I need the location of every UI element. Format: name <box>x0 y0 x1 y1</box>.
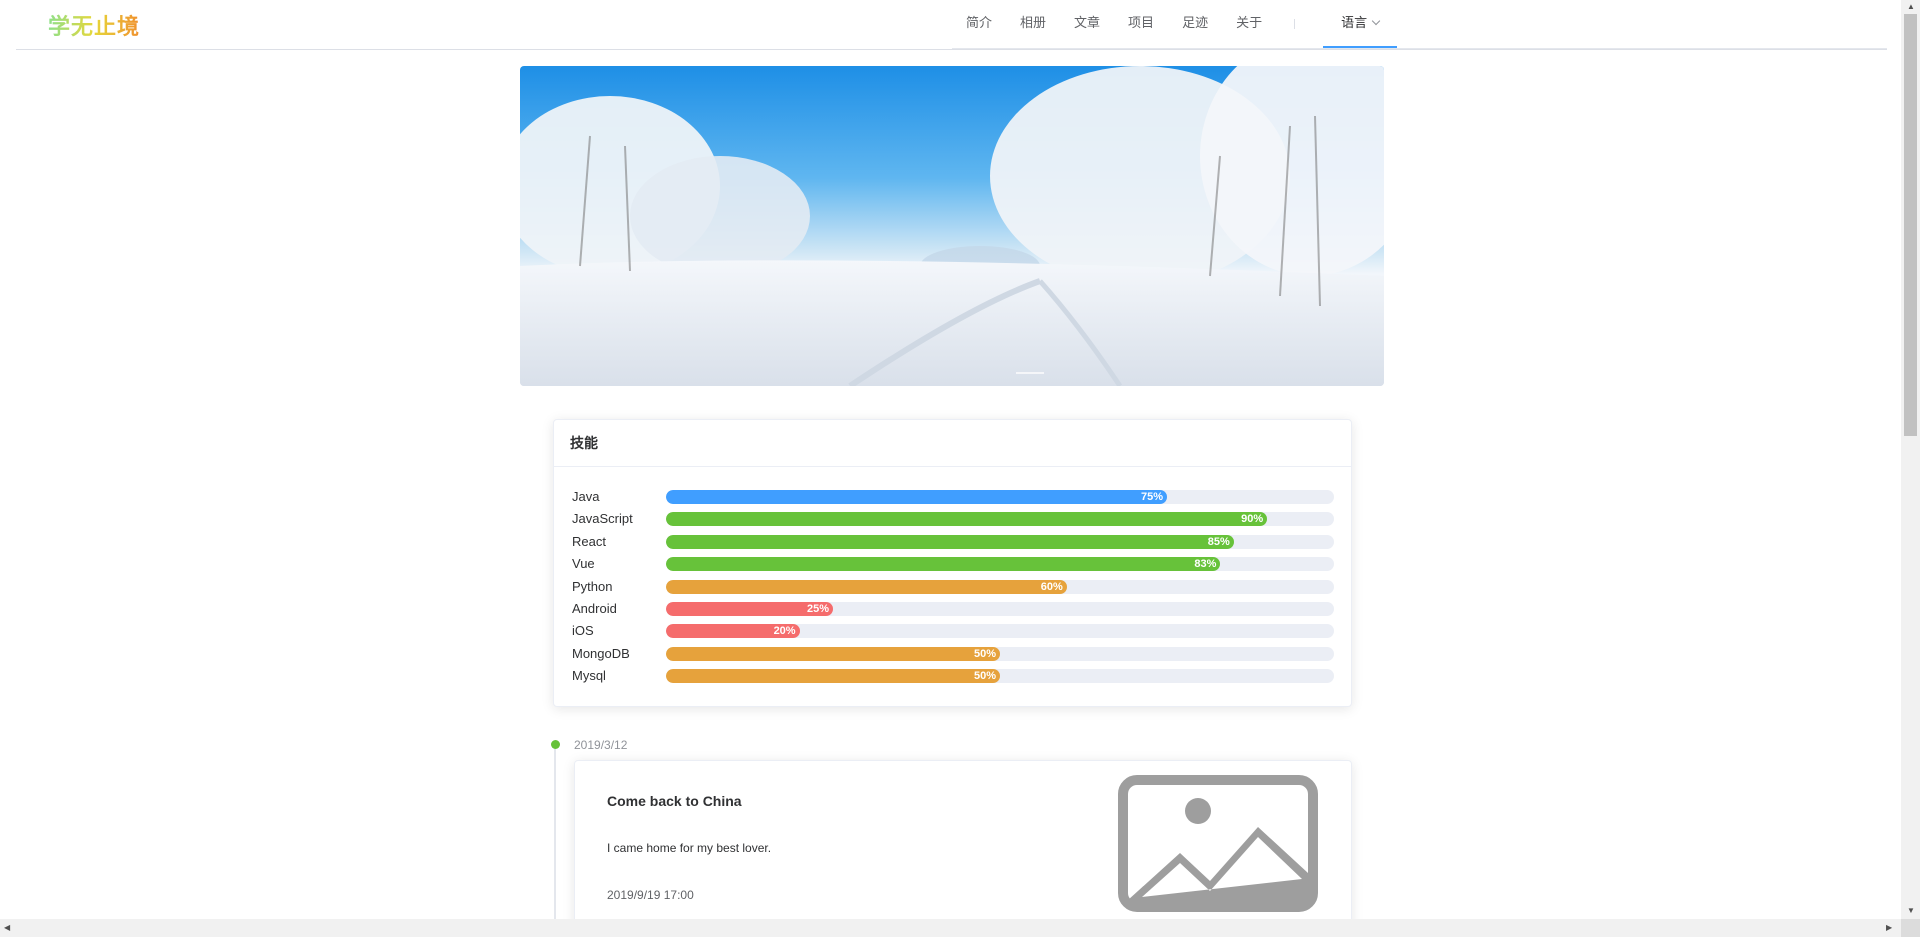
skill-row: MongoDB 50% <box>572 645 1334 663</box>
nav-item-footprints[interactable]: 足迹 <box>1168 0 1222 48</box>
skill-progress-fill: 25% <box>666 602 833 616</box>
skill-progress-fill: 83% <box>666 557 1221 572</box>
skill-name: Mysql <box>572 668 606 684</box>
skill-row: Java 75% <box>572 488 1334 506</box>
skill-progress-fill: 50% <box>666 669 1000 684</box>
skill-progress-track: 83% <box>666 557 1334 572</box>
nav-item-projects[interactable]: 项目 <box>1114 0 1168 48</box>
scroll-right-arrow-icon[interactable]: ▶ <box>1886 924 1892 932</box>
skill-name: Android <box>572 601 617 616</box>
snow-landscape-image <box>520 66 1384 386</box>
skills-title: 技能 <box>554 420 1351 467</box>
skill-progress-fill: 75% <box>666 490 1167 504</box>
nav-item-articles[interactable]: 文章 <box>1060 0 1114 48</box>
skill-progress-fill: 85% <box>666 534 1234 549</box>
skill-progress-fill: 60% <box>666 579 1067 594</box>
timeline-line <box>554 745 556 919</box>
nav-item-about[interactable]: 关于 <box>1222 0 1276 48</box>
image-placeholder-icon <box>1118 775 1318 912</box>
skill-progress-track: 25% <box>666 602 1334 616</box>
carousel-indicator[interactable] <box>1016 372 1044 374</box>
scrollbar-corner <box>1901 919 1920 937</box>
scroll-left-arrow-icon[interactable]: ◀ <box>4 924 10 932</box>
horizontal-scrollbar[interactable]: ◀ ▶ <box>0 919 1901 937</box>
skill-progress-track: 75% <box>666 490 1334 504</box>
nav-divider <box>1294 19 1296 29</box>
skill-row: Vue 83% <box>572 555 1334 573</box>
nav-item-intro[interactable]: 简介 <box>952 0 1006 48</box>
skill-row: iOS 20% <box>572 622 1334 640</box>
skill-name: JavaScript <box>572 511 633 527</box>
language-label: 语言 <box>1341 15 1368 30</box>
skill-progress-track: 90% <box>666 512 1334 527</box>
skill-progress-track: 50% <box>666 669 1334 684</box>
post-time: 2019/9/19 17:00 <box>607 888 694 902</box>
skill-row: Mysql 50% <box>572 667 1334 685</box>
nav-item-album[interactable]: 相册 <box>1006 0 1060 48</box>
page-viewport: 学无止境 简介 相册 文章 项目 足迹 关于 语言 技能 Java 75% Ja… <box>0 0 1901 919</box>
language-dropdown[interactable]: 语言 <box>1323 0 1398 48</box>
post-title: Come back to China <box>607 793 742 809</box>
skill-progress-track: 50% <box>666 646 1334 661</box>
main-nav: 简介 相册 文章 项目 足迹 关于 语言 <box>952 0 1398 48</box>
skill-row: React 85% <box>572 533 1334 551</box>
banner-image <box>520 66 1384 386</box>
skill-name: MongoDB <box>572 645 630 661</box>
skill-progress-track: 20% <box>666 624 1334 639</box>
skill-name: Python <box>572 578 613 594</box>
skill-progress-track: 60% <box>666 579 1334 594</box>
site-logo[interactable]: 学无止境 <box>48 9 140 41</box>
post-text: I came home for my best lover. <box>607 841 772 855</box>
chevron-down-icon <box>1371 16 1381 26</box>
timeline-post-card[interactable]: Come back to China I came home for my be… <box>574 760 1352 919</box>
skill-progress-fill: 50% <box>666 646 1000 661</box>
skill-progress-track: 85% <box>666 534 1334 549</box>
timeline-dot <box>551 740 560 749</box>
vertical-scrollbar[interactable]: ▲ ▼ <box>1901 0 1920 919</box>
skill-name: Vue <box>572 556 595 572</box>
scroll-down-arrow-icon[interactable]: ▼ <box>1907 907 1915 915</box>
skill-row: Android 25% <box>572 600 1334 618</box>
nav-underline <box>952 48 1887 49</box>
header: 学无止境 简介 相册 文章 项目 足迹 关于 语言 <box>16 0 1887 50</box>
skills-card: 技能 Java 75% JavaScript 90% React 85% Vue 83% Pyt… <box>553 419 1352 707</box>
skill-row: Python 60% <box>572 578 1334 596</box>
skill-row: JavaScript 90% <box>572 510 1334 528</box>
skill-progress-fill: 20% <box>666 624 800 639</box>
skill-name: iOS <box>572 623 594 639</box>
timeline-date: 2019/3/12 <box>574 738 628 752</box>
skill-name: React <box>572 533 606 549</box>
skill-progress-fill: 90% <box>666 512 1268 527</box>
skill-name: Java <box>572 489 600 504</box>
scroll-up-arrow-icon[interactable]: ▲ <box>1907 3 1915 11</box>
vertical-scroll-thumb[interactable] <box>1904 14 1917 436</box>
